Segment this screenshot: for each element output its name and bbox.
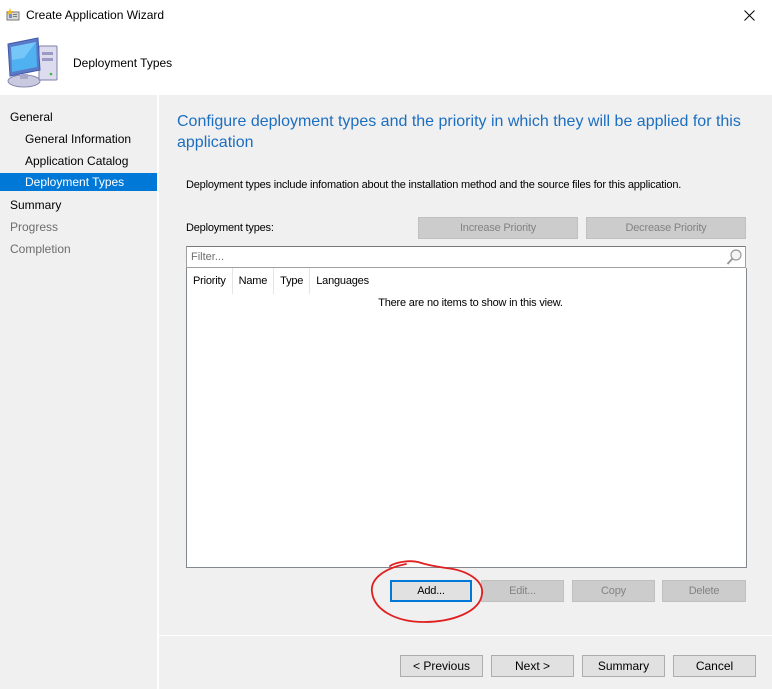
sidebar-item-summary: Summary	[10, 198, 62, 212]
add-button[interactable]: Add...	[390, 580, 472, 602]
sidebar-item-progress: Progress	[10, 220, 59, 234]
next-button[interactable]: Next >	[491, 655, 574, 677]
filter-box	[186, 246, 746, 268]
column-header-type[interactable]: Type	[274, 268, 311, 294]
title-bar: Create Application Wizard	[0, 0, 772, 30]
sidebar-item-general-information: General Information	[25, 132, 132, 146]
sidebar-item-deployment-types: Deployment Types	[0, 173, 157, 191]
summary-button[interactable]: Summary	[582, 655, 665, 677]
copy-button[interactable]: Copy	[572, 580, 655, 602]
header-title: Deployment Types	[73, 56, 173, 70]
search-icon[interactable]	[726, 249, 742, 266]
decrease-priority-button[interactable]: Decrease Priority	[586, 217, 746, 239]
close-button[interactable]	[726, 0, 772, 30]
sidebar-item-completion: Completion	[10, 242, 71, 256]
deployment-types-list[interactable]: Priority Name Type Languages There are n…	[186, 268, 747, 568]
footer-divider	[159, 635, 772, 636]
filter-input[interactable]	[191, 249, 711, 265]
cancel-button[interactable]: Cancel	[673, 655, 756, 677]
main-panel: Configure deployment types and the prior…	[159, 95, 772, 635]
sidebar-item-general: General	[10, 110, 53, 124]
increase-priority-button[interactable]: Increase Priority	[418, 217, 578, 239]
wizard-steps-sidebar: General General Information Application …	[0, 95, 157, 689]
column-header-name[interactable]: Name	[233, 268, 275, 294]
page-heading: Configure deployment types and the prior…	[177, 113, 741, 151]
edit-button[interactable]: Edit...	[481, 580, 564, 602]
delete-button[interactable]: Delete	[662, 580, 746, 602]
computer-icon	[4, 36, 60, 90]
column-header-languages[interactable]: Languages	[310, 268, 375, 294]
wizard-app-icon	[6, 8, 20, 21]
sidebar-item-application-catalog: Application Catalog	[25, 154, 129, 168]
page-description: Deployment types include infomation abou…	[186, 179, 682, 191]
close-icon	[743, 9, 755, 21]
deployment-types-label: Deployment types:	[186, 222, 274, 234]
window-title: Create Application Wizard	[26, 8, 165, 22]
wizard-header: Deployment Types	[0, 30, 772, 95]
empty-list-message: There are no items to show in this view.	[378, 297, 563, 309]
column-header-priority[interactable]: Priority	[187, 268, 233, 294]
previous-button[interactable]: < Previous	[400, 655, 483, 677]
list-header: Priority Name Type Languages	[187, 268, 375, 294]
